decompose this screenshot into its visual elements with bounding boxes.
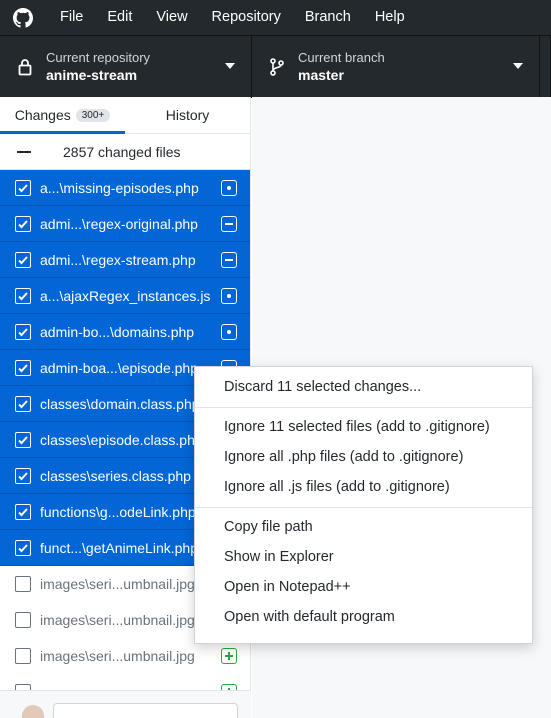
open-with-default-program-item[interactable]: Open with default program (195, 603, 532, 631)
menu-view[interactable]: View (144, 0, 199, 35)
discard-changes-item[interactable]: Discard 11 selected changes... (195, 373, 532, 401)
file-deleted-icon (221, 216, 237, 232)
current-repository-label: Current repository (46, 50, 151, 65)
file-modified-icon (221, 180, 237, 196)
branch-icon (268, 57, 286, 77)
ignore-js-files-item[interactable]: Ignore all .js files (add to .gitignore) (195, 473, 532, 501)
tab-history-label: History (165, 107, 210, 123)
file-row[interactable]: admin-bo...\domains.php (0, 314, 250, 350)
file-checkbox[interactable] (15, 287, 31, 304)
toolbar: Current repository anime-stream Current … (0, 35, 551, 98)
current-repository-button[interactable]: Current repository anime-stream (0, 36, 252, 98)
file-path: images\seri...umbnail.jpg (40, 612, 195, 628)
toolbar-fetch-area[interactable] (540, 36, 551, 98)
current-repository-name: anime-stream (46, 67, 138, 83)
menu-separator (195, 407, 532, 408)
file-path: classes\series.class.php (40, 467, 191, 484)
file-checkbox[interactable] (15, 539, 31, 556)
file-checkbox[interactable] (15, 612, 31, 628)
changes-count-badge: 300+ (75, 108, 111, 122)
file-path: a...\missing-episodes.php (40, 179, 199, 196)
file-checkbox[interactable] (15, 576, 31, 592)
changed-files-count: 2857 changed files (63, 143, 181, 160)
tab-history[interactable]: History (125, 97, 250, 133)
file-checkbox[interactable] (15, 467, 31, 484)
menu-edit[interactable]: Edit (95, 0, 144, 35)
file-row[interactable]: a...\missing-episodes.php (0, 170, 250, 206)
file-checkbox[interactable] (15, 323, 31, 340)
file-row[interactable]: a...\ajaxRegex_instances.js (0, 278, 250, 314)
current-branch-name: master (298, 67, 344, 83)
tab-changes[interactable]: Changes 300+ (0, 97, 125, 134)
tab-changes-label: Changes (14, 107, 71, 123)
copy-file-path-item[interactable]: Copy file path (195, 513, 532, 541)
open-in-notepad-item[interactable]: Open in Notepad++ (195, 573, 532, 601)
file-checkbox[interactable] (15, 648, 31, 664)
file-added-icon (221, 648, 237, 664)
ignore-selected-files-item[interactable]: Ignore 11 selected files (add to .gitign… (195, 413, 532, 441)
file-path: admi...\regex-stream.php (40, 251, 196, 268)
show-in-explorer-item[interactable]: Show in Explorer (195, 543, 532, 571)
file-checkbox[interactable] (15, 359, 31, 376)
file-path: admin-bo...\domains.php (40, 323, 195, 340)
file-path: classes\domain.class.php (40, 395, 200, 412)
menu-separator (195, 507, 532, 508)
file-path: a...\ajaxRegex_instances.js (40, 287, 211, 304)
file-path: images\seri...umbnail.jpg (40, 648, 195, 664)
changed-files-header: 2857 changed files (0, 134, 250, 170)
file-row[interactable]: admi...\regex-stream.php (0, 242, 250, 278)
file-checkbox[interactable] (15, 503, 31, 520)
file-deleted-icon (221, 252, 237, 268)
file-path: images\seri...umbnail.jpg (40, 576, 195, 592)
current-branch-button[interactable]: Current branch master (252, 36, 540, 98)
menu-help[interactable]: Help (363, 0, 417, 35)
file-row[interactable]: admi...\regex-original.php (0, 206, 250, 242)
github-logo-icon (12, 7, 34, 29)
file-modified-icon (221, 324, 237, 340)
file-path: functions\g...odeLink.php (40, 503, 196, 520)
caret-down-icon (513, 63, 523, 69)
commit-summary-input[interactable] (53, 703, 238, 718)
file-path: funct...\getAnimeLink.php (40, 539, 198, 556)
file-path: admi...\regex-original.php (40, 215, 198, 232)
lock-icon (16, 57, 34, 77)
caret-down-icon (225, 63, 235, 69)
file-checkbox[interactable] (15, 179, 31, 196)
file-checkbox[interactable] (15, 395, 31, 412)
file-modified-icon (221, 288, 237, 304)
ignore-php-files-item[interactable]: Ignore all .php files (add to .gitignore… (195, 443, 532, 471)
context-menu: Discard 11 selected changes... Ignore 11 … (194, 366, 533, 644)
file-path: admin-boa...\episode.php (40, 359, 198, 376)
file-checkbox[interactable] (15, 251, 31, 268)
select-all-checkbox-indeterminate[interactable] (17, 150, 31, 153)
sidebar-tabs: Changes 300+ History (0, 97, 250, 134)
file-checkbox[interactable] (15, 215, 31, 232)
menu-repository[interactable]: Repository (200, 0, 293, 35)
menu-file[interactable]: File (48, 0, 95, 35)
file-checkbox[interactable] (15, 431, 31, 448)
menu-branch[interactable]: Branch (293, 0, 363, 35)
menu-bar: File Edit View Repository Branch Help (0, 0, 551, 35)
current-branch-label: Current branch (298, 50, 385, 65)
file-path: classes\episode.class.php (40, 431, 203, 448)
